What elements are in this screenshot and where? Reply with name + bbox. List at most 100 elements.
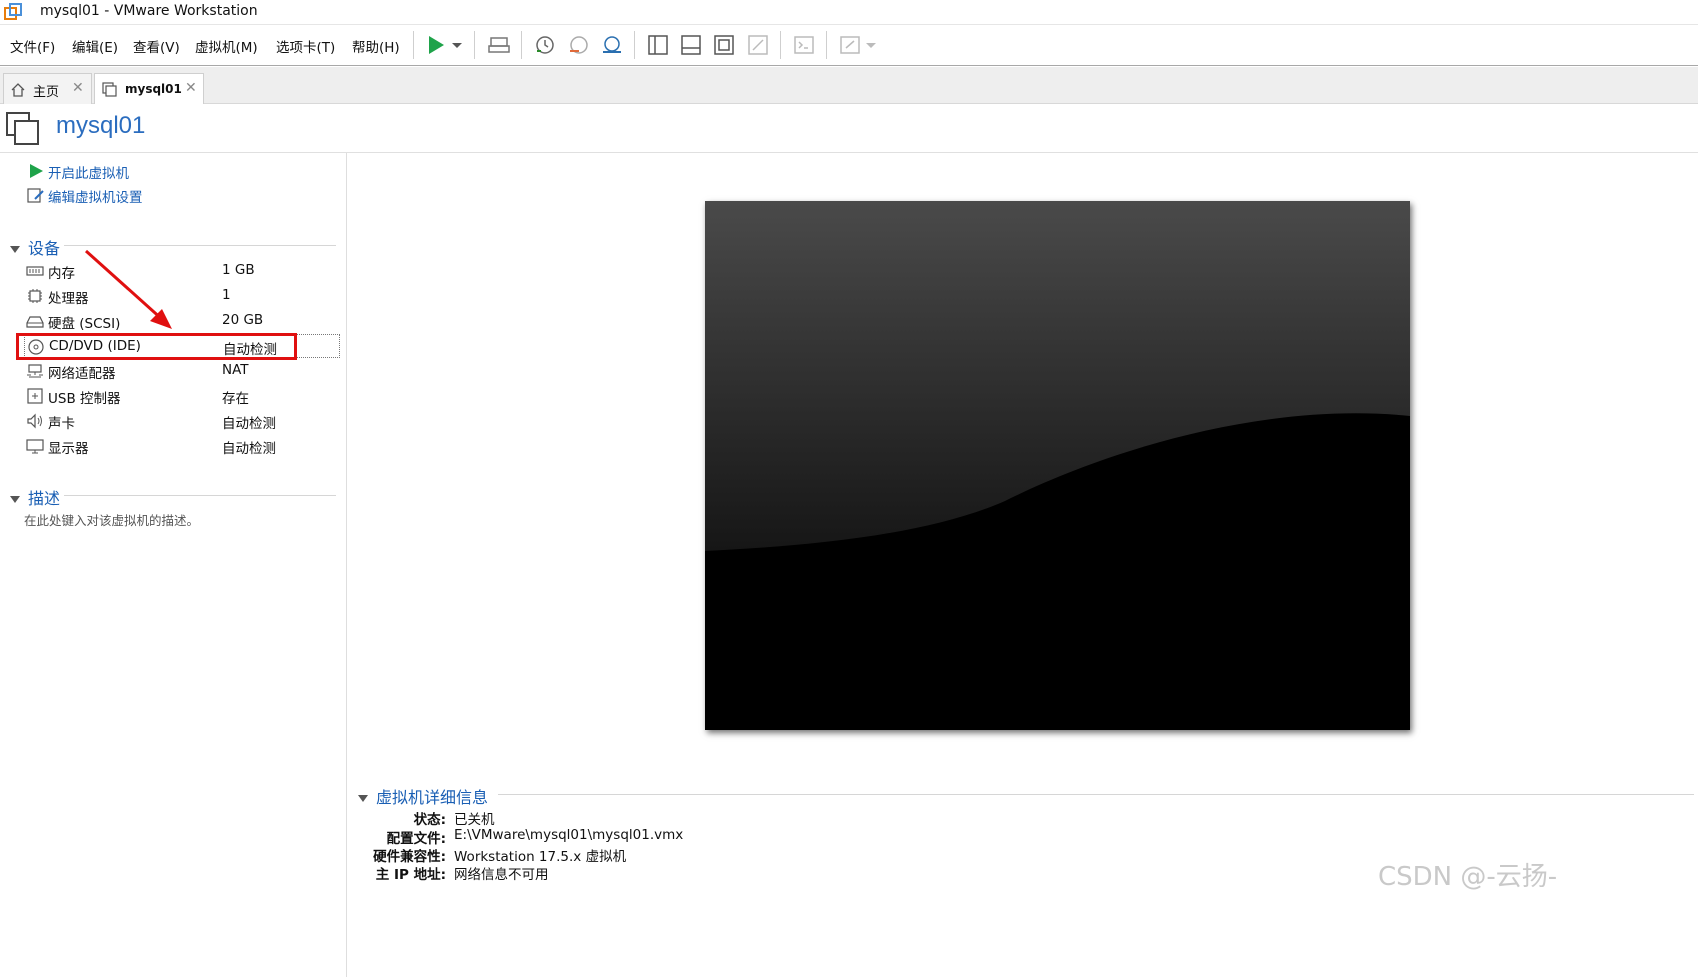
details-section-toggle[interactable]: 虚拟机详细信息 <box>358 784 488 808</box>
processor-icon <box>28 289 42 303</box>
harddisk-icon <box>26 316 44 328</box>
memory-icon <box>26 266 44 276</box>
stretch-dropdown-chevron-icon[interactable] <box>864 33 878 57</box>
tab-home-close-icon[interactable]: ✕ <box>72 80 84 96</box>
detail-value: 已关机 <box>454 812 495 828</box>
edit-vm-settings-link[interactable]: 编辑虚拟机设置 <box>48 186 143 206</box>
thumbnail-bar-icon[interactable] <box>679 33 703 57</box>
device-name: 声卡 <box>48 416 75 432</box>
section-divider <box>64 495 336 496</box>
collapse-triangle-icon <box>10 246 20 253</box>
power-dropdown-chevron-icon[interactable] <box>450 33 464 57</box>
detail-value: Workstation 17.5.x 虚拟机 <box>454 849 627 865</box>
menu-help[interactable]: 帮助(H) <box>352 36 400 56</box>
tab-mysql01-label: mysql01 <box>125 82 182 96</box>
detail-row-hardware-compat: 硬件兼容性: Workstation 17.5.x 虚拟机 <box>358 845 1058 865</box>
device-row-harddisk[interactable]: 硬盘 (SCSI) 20 GB <box>24 309 340 333</box>
network-icon <box>27 364 43 378</box>
menu-view[interactable]: 查看(V) <box>133 36 180 56</box>
library-view-icon[interactable] <box>646 33 670 57</box>
console-icon[interactable] <box>792 33 816 57</box>
device-row-network[interactable]: 网络适配器 NAT <box>24 359 340 383</box>
detail-row-ip-address: 主 IP 地址: 网络信息不可用 <box>358 863 1058 883</box>
section-divider <box>498 794 1694 795</box>
detail-key: 硬件兼容性: <box>373 849 446 865</box>
vm-screen-thumbnail <box>705 201 1410 730</box>
power-on-icon <box>30 164 43 178</box>
revert-snapshot-icon[interactable] <box>567 33 591 57</box>
toolbar-separator <box>474 31 475 59</box>
snapshot-manager-icon[interactable] <box>600 33 624 57</box>
device-value: 20 GB <box>222 312 264 328</box>
stretch-guest-icon[interactable] <box>838 33 862 57</box>
device-value: NAT <box>222 362 249 378</box>
edit-settings-icon <box>27 188 44 203</box>
detail-key: 配置文件: <box>386 831 446 847</box>
menu-vm[interactable]: 虚拟机(M) <box>195 36 258 56</box>
devices-section-toggle[interactable]: 设备 <box>10 235 60 259</box>
description-placeholder[interactable]: 在此处键入对该虚拟机的描述。 <box>24 510 199 529</box>
power-on-vm-link[interactable]: 开启此虚拟机 <box>48 162 129 182</box>
device-name: 显示器 <box>48 441 89 457</box>
device-row-processor[interactable]: 处理器 1 <box>24 284 340 308</box>
vm-name: mysql01 <box>56 112 146 139</box>
detail-value: 网络信息不可用 <box>454 867 549 883</box>
menu-edit[interactable]: 编辑(E) <box>72 36 118 56</box>
device-row-usb[interactable]: USB 控制器 存在 <box>24 384 340 408</box>
tab-mysql01[interactable]: mysql01 ✕ <box>94 73 204 104</box>
tab-strip: 主页 ✕ mysql01 ✕ <box>0 67 1698 104</box>
home-icon <box>11 83 25 97</box>
toolbar-separator <box>826 31 827 59</box>
annotation-arrow-icon <box>84 249 172 329</box>
collapse-triangle-icon <box>10 496 20 503</box>
device-value: 1 GB <box>222 262 255 278</box>
unity-icon[interactable] <box>746 33 770 57</box>
tab-home[interactable]: 主页 ✕ <box>3 73 92 104</box>
device-row-display[interactable]: 显示器 自动检测 <box>24 434 340 458</box>
device-row-sound[interactable]: 声卡 自动检测 <box>24 409 340 433</box>
detail-key: 状态: <box>413 812 446 828</box>
device-row-memory[interactable]: 内存 1 GB <box>24 259 340 283</box>
toolbar-separator <box>521 31 522 59</box>
description-heading: 描述 <box>28 489 61 508</box>
menu-tabs[interactable]: 选项卡(T) <box>276 36 335 56</box>
title-bar: mysql01 - VMware Workstation <box>0 0 1698 25</box>
collapse-triangle-icon <box>358 795 368 802</box>
detail-row-config-file: 配置文件: E:\VMware\mysql01\mysql01.vmx <box>358 827 1058 847</box>
power-on-icon[interactable] <box>424 33 448 57</box>
device-name: 网络适配器 <box>48 366 116 382</box>
vmware-logo-icon <box>4 3 22 20</box>
detail-key: 主 IP 地址: <box>375 867 446 883</box>
tab-home-label: 主页 <box>33 85 60 100</box>
device-value: 1 <box>222 287 231 303</box>
toolbar-separator <box>780 31 781 59</box>
device-value: 自动检测 <box>222 416 276 432</box>
device-name: USB 控制器 <box>48 391 121 407</box>
usb-icon <box>27 388 43 404</box>
description-section-toggle[interactable]: 描述 <box>10 485 60 509</box>
device-value: 自动检测 <box>222 441 276 457</box>
toolbar-separator <box>634 31 635 59</box>
menu-file[interactable]: 文件(F) <box>10 36 55 56</box>
device-value: 存在 <box>222 391 249 407</box>
annotation-highlight-box <box>16 333 297 360</box>
device-name: 内存 <box>48 266 75 282</box>
full-screen-icon[interactable] <box>712 33 736 57</box>
vm-tab-icon <box>102 82 117 97</box>
snapshot-icon[interactable] <box>533 33 557 57</box>
devices-heading: 设备 <box>28 239 61 258</box>
details-heading: 虚拟机详细信息 <box>376 788 489 807</box>
window-title: mysql01 - VMware Workstation <box>40 3 258 19</box>
vm-screen-preview[interactable] <box>705 201 1410 730</box>
toolbar-separator <box>413 31 414 59</box>
vm-icon <box>6 112 39 145</box>
send-ctrl-alt-del-icon[interactable] <box>487 33 511 57</box>
watermark: CSDN @-云扬- <box>1378 862 1558 892</box>
display-icon <box>26 439 44 454</box>
sound-icon <box>27 413 42 429</box>
menu-bar: 文件(F) 编辑(E) 查看(V) 虚拟机(M) 选项卡(T) 帮助(H) <box>0 25 1698 66</box>
detail-row-status: 状态: 已关机 <box>358 808 1058 828</box>
vm-header: mysql01 <box>0 104 1698 153</box>
detail-value: E:\VMware\mysql01\mysql01.vmx <box>454 827 684 843</box>
tab-mysql01-close-icon[interactable]: ✕ <box>185 80 197 96</box>
